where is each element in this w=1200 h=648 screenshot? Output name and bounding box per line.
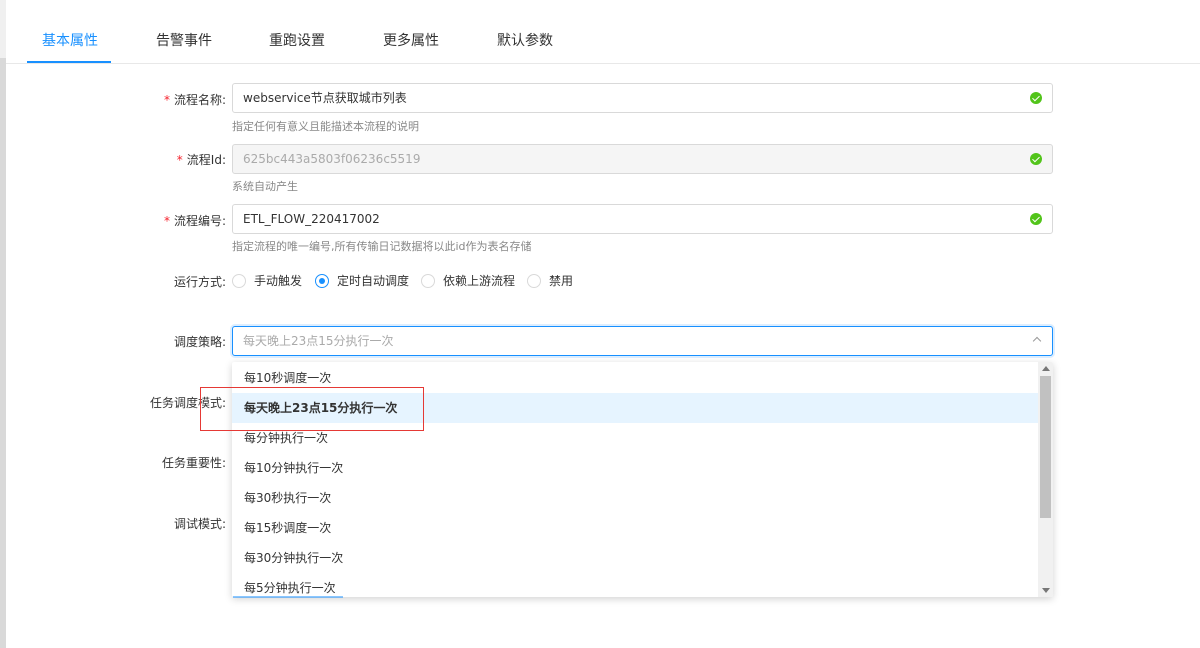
radio-label: 依赖上游流程 xyxy=(443,274,516,288)
chevron-up-icon xyxy=(1032,336,1042,346)
radio-label: 手动触发 xyxy=(254,274,303,288)
check-circle-icon xyxy=(1030,92,1042,104)
radio-label: 禁用 xyxy=(549,274,574,288)
flow-name-input[interactable]: webservice节点获取城市列表 xyxy=(232,83,1053,113)
run-mode-manual-radio[interactable]: 手动触发 xyxy=(232,272,302,289)
required-marker: * xyxy=(163,214,170,228)
flow-id-value: 625bc443a5803f06236c5519 xyxy=(243,152,421,166)
tab-basic-properties[interactable]: 基本属性 xyxy=(42,30,98,50)
strategy-label: 调度策略: xyxy=(173,335,226,349)
focused-field-underline xyxy=(233,596,343,598)
strategy-dropdown: 每10秒调度一次 每天晚上23点15分执行一次 每分钟执行一次 每10分钟执行一… xyxy=(232,362,1053,597)
radio-label: 定时自动调度 xyxy=(337,274,410,288)
scrollbar-thumb[interactable] xyxy=(1040,376,1051,518)
tab-alarm-events[interactable]: 告警事件 xyxy=(156,30,212,50)
dropdown-option-selected[interactable]: 每天晚上23点15分执行一次 xyxy=(232,393,1038,423)
required-marker: * xyxy=(176,153,183,167)
flow-id-input: 625bc443a5803f06236c5519 xyxy=(232,144,1053,174)
dropdown-scrollbar[interactable] xyxy=(1038,362,1053,597)
flow-id-label: * 流程Id: xyxy=(176,153,226,167)
flow-id-help: 系统自动产生 xyxy=(232,180,298,193)
strategy-select[interactable]: 每天晚上23点15分执行一次 xyxy=(232,326,1053,356)
flow-code-input[interactable]: ETL_FLOW_220417002 xyxy=(232,204,1053,234)
scroll-up-arrow-icon[interactable] xyxy=(1042,366,1050,371)
check-circle-icon xyxy=(1030,213,1042,225)
dropdown-option[interactable]: 每分钟执行一次 xyxy=(232,423,1038,453)
flow-name-label: * 流程名称: xyxy=(163,93,226,107)
dropdown-option[interactable]: 每30分钟执行一次 xyxy=(232,543,1038,573)
tab-default-parameters[interactable]: 默认参数 xyxy=(497,30,553,50)
debug-mode-label: 调试模式: xyxy=(173,517,226,531)
dropdown-option[interactable]: 每30秒执行一次 xyxy=(232,483,1038,513)
radio-circle-icon xyxy=(232,273,246,288)
check-circle-icon xyxy=(1030,153,1042,165)
run-mode-disabled-radio[interactable]: 禁用 xyxy=(527,272,573,289)
active-tab-indicator xyxy=(27,61,111,63)
task-mode-label: 任务调度模式: xyxy=(149,396,226,410)
dropdown-option[interactable]: 每10分钟执行一次 xyxy=(232,453,1038,483)
tab-bar: 基本属性 告警事件 重跑设置 更多属性 默认参数 xyxy=(6,0,1200,64)
flow-name-value: webservice节点获取城市列表 xyxy=(243,91,407,105)
importance-label: 任务重要性: xyxy=(161,456,226,470)
run-mode-scheduled-radio[interactable]: 定时自动调度 xyxy=(315,272,409,289)
dropdown-option[interactable]: 每5分钟执行一次 xyxy=(232,573,1038,597)
strategy-select-value: 每天晚上23点15分执行一次 xyxy=(243,334,394,348)
run-mode-upstream-radio[interactable]: 依赖上游流程 xyxy=(421,272,515,289)
radio-circle-icon xyxy=(527,273,541,288)
flow-code-help: 指定流程的唯一编号,所有传输日记数据将以此id作为表名存储 xyxy=(232,240,532,253)
required-marker: * xyxy=(163,93,170,107)
flow-code-label: * 流程编号: xyxy=(163,214,226,228)
dropdown-option[interactable]: 每10秒调度一次 xyxy=(232,363,1038,393)
radio-circle-icon xyxy=(421,273,435,288)
tab-more-properties[interactable]: 更多属性 xyxy=(383,30,439,50)
dropdown-option[interactable]: 每15秒调度一次 xyxy=(232,513,1038,543)
flow-name-help: 指定任何有意义且能描述本流程的说明 xyxy=(232,120,419,133)
tab-rerun-settings[interactable]: 重跑设置 xyxy=(269,30,325,50)
radio-circle-icon xyxy=(315,273,329,288)
scroll-down-arrow-icon[interactable] xyxy=(1042,588,1050,593)
flow-code-value: ETL_FLOW_220417002 xyxy=(243,212,380,226)
run-mode-label: 运行方式: xyxy=(173,275,226,289)
